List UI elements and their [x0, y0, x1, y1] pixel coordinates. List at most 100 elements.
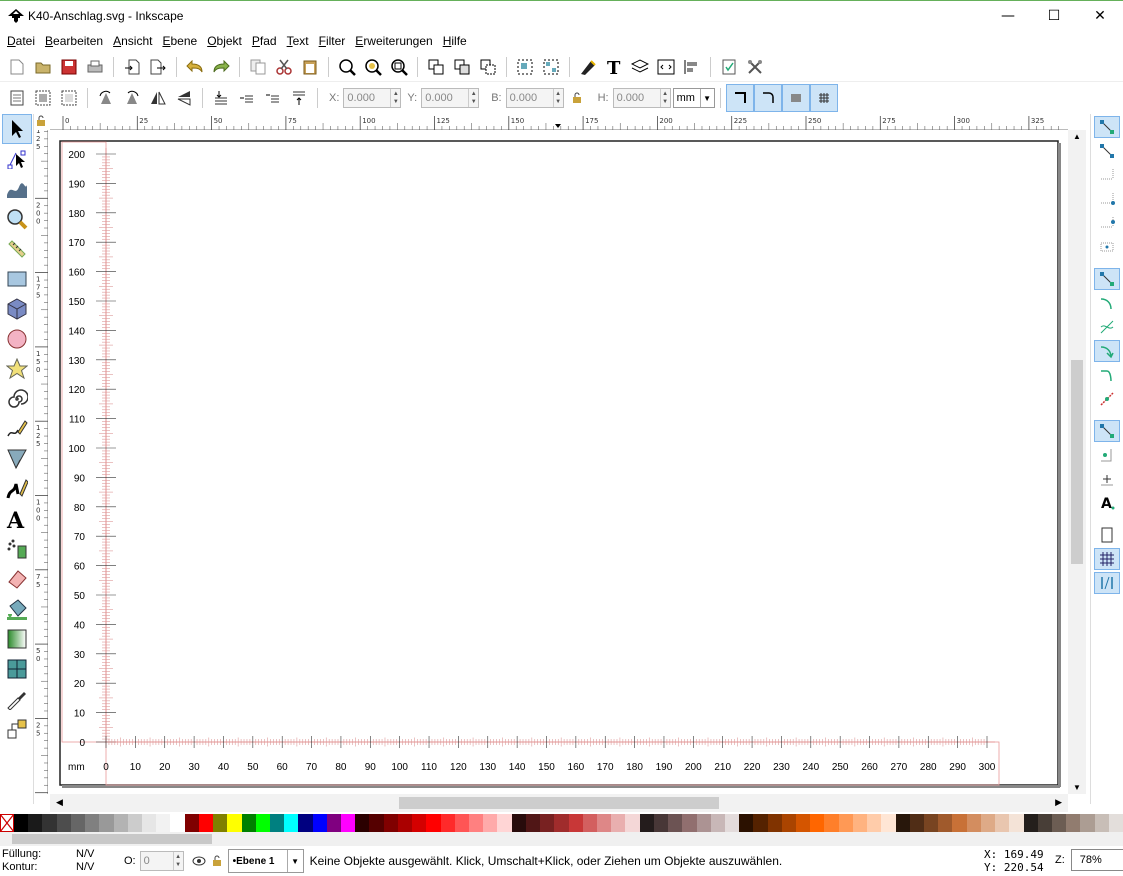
dropper-tool-icon[interactable] [2, 684, 32, 714]
color-swatch[interactable] [341, 814, 356, 832]
gradient-tool-icon[interactable] [2, 624, 32, 654]
color-swatch[interactable] [1066, 814, 1081, 832]
menu-pfad[interactable]: Pfad [247, 34, 282, 48]
eraser-tool-icon[interactable] [2, 564, 32, 594]
snap-grid-icon[interactable] [1094, 548, 1120, 570]
menu-ebene[interactable]: Ebene [157, 34, 202, 48]
scroll-down-icon[interactable]: ▼ [1073, 783, 1081, 792]
vertical-scroll-thumb[interactable] [1071, 360, 1083, 564]
unit-select[interactable]: mm ▼ [672, 88, 715, 108]
duplicate-icon[interactable] [425, 56, 447, 78]
tweak-tool-icon[interactable] [2, 174, 32, 204]
color-swatch[interactable] [952, 814, 967, 832]
calligraphy-tool-icon[interactable] [2, 474, 32, 504]
zoom-field[interactable]: 78% [1070, 849, 1123, 871]
color-swatch[interactable] [838, 814, 853, 832]
opacity-stepper[interactable]: ▲ ▼ [172, 852, 183, 870]
color-swatch[interactable] [412, 814, 427, 832]
color-swatch[interactable] [1023, 814, 1038, 832]
color-swatch[interactable] [639, 814, 654, 832]
rectangle-tool-icon[interactable] [2, 264, 32, 294]
color-swatch[interactable] [483, 814, 498, 832]
color-swatch[interactable] [596, 814, 612, 832]
transform-patterns-toggle[interactable] [809, 84, 838, 112]
no-paint-swatch[interactable] [0, 814, 14, 832]
color-swatch[interactable] [881, 814, 896, 832]
pen-tool-icon[interactable] [2, 444, 32, 474]
vertical-ruler[interactable]: 1252001751501251007550250 [34, 123, 48, 860]
palette-scrollbar[interactable] [0, 832, 1123, 846]
paste-icon[interactable] [299, 56, 321, 78]
xml-editor-icon[interactable] [655, 56, 677, 78]
scale-corners-toggle[interactable] [753, 84, 782, 112]
snap-cusp-nodes-icon[interactable] [1094, 340, 1120, 362]
color-swatch[interactable] [255, 814, 270, 832]
color-swatch[interactable] [540, 814, 555, 832]
color-swatch[interactable] [710, 814, 725, 832]
transform-gradients-toggle[interactable] [781, 84, 810, 112]
color-swatch[interactable] [141, 814, 157, 832]
width-field[interactable]: 0.000 ▲ ▼ [505, 88, 564, 108]
import-icon[interactable] [121, 56, 143, 78]
menu-filter[interactable]: Filter [314, 34, 351, 48]
width-stepper[interactable]: ▲ ▼ [552, 89, 563, 107]
undo-icon[interactable] [184, 56, 206, 78]
color-swatch[interactable] [497, 814, 512, 832]
lock-icon[interactable] [572, 92, 582, 104]
horizontal-scroll-thumb[interactable] [399, 797, 719, 809]
paint-bucket-tool-icon[interactable] [2, 594, 32, 624]
snap-bbox-edges-icon[interactable] [1094, 164, 1120, 186]
fill-stroke-indicator[interactable]: Füllung: N/V Kontur: N/V [0, 848, 110, 874]
snap-bbox-icon[interactable] [1094, 140, 1120, 162]
menu-ansicht[interactable]: Ansicht [108, 34, 157, 48]
color-swatch[interactable] [454, 814, 469, 832]
color-swatch[interactable] [1037, 814, 1052, 832]
color-swatch[interactable] [668, 814, 683, 832]
menu-hilfe[interactable]: Hilfe [438, 34, 472, 48]
color-swatch[interactable] [113, 814, 128, 832]
color-swatch[interactable] [810, 814, 825, 832]
color-swatch[interactable] [156, 814, 171, 832]
snap-bbox-center-icon[interactable] [1094, 236, 1120, 258]
snap-bbox-midpoints-icon[interactable] [1094, 212, 1120, 234]
snap-paths-icon[interactable] [1094, 292, 1120, 314]
color-swatch[interactable] [198, 814, 214, 832]
color-swatch[interactable] [284, 814, 299, 832]
snap-page-border-icon[interactable] [1094, 524, 1120, 546]
snap-line-midpoints-icon[interactable] [1094, 388, 1120, 410]
color-swatch[interactable] [355, 814, 370, 832]
close-button[interactable]: ✕ [1077, 1, 1123, 31]
color-swatch[interactable] [70, 814, 86, 832]
menu-datei[interactable]: Datei [2, 34, 40, 48]
spray-tool-icon[interactable] [2, 534, 32, 564]
pencil-tool-icon[interactable] [2, 414, 32, 444]
horizontal-ruler[interactable]: 0 25 50 75 100 125 150 175 200 225 250 275 300 325 [50, 114, 1068, 130]
y-stepper[interactable]: ▲ ▼ [468, 89, 478, 107]
align-distribute-icon[interactable] [681, 56, 703, 78]
export-icon[interactable] [147, 56, 169, 78]
color-swatch[interactable] [739, 814, 754, 832]
color-swatch[interactable] [625, 814, 640, 832]
color-swatch[interactable] [781, 814, 797, 832]
snap-object-midpoints-icon[interactable] [1094, 444, 1120, 466]
zoom-page-icon[interactable] [388, 56, 410, 78]
color-swatch[interactable] [682, 814, 697, 832]
star-tool-icon[interactable] [2, 354, 32, 384]
color-swatch[interactable] [1108, 814, 1123, 832]
layer-lock-icon[interactable] [212, 855, 222, 867]
vertical-scrollbar[interactable]: ▲ ▼ [1068, 130, 1086, 794]
maximize-button[interactable]: ☐ [1031, 1, 1077, 31]
text-font-icon[interactable]: T [603, 56, 625, 78]
height-field[interactable]: 0.000 ▲ ▼ [612, 88, 671, 108]
color-swatch[interactable] [369, 814, 384, 832]
color-swatch[interactable] [1080, 814, 1095, 832]
zoom-drawing-icon[interactable] [362, 56, 384, 78]
color-swatch[interactable] [938, 814, 953, 832]
color-swatch[interactable] [440, 814, 455, 832]
snap-nodes-icon[interactable] [1094, 268, 1120, 290]
x-field[interactable]: 0.000 ▲ ▼ [343, 88, 402, 108]
fill-stroke-icon[interactable] [577, 56, 599, 78]
color-swatch[interactable] [397, 814, 413, 832]
snap-others-icon[interactable] [1094, 420, 1120, 442]
color-swatch[interactable] [56, 814, 71, 832]
